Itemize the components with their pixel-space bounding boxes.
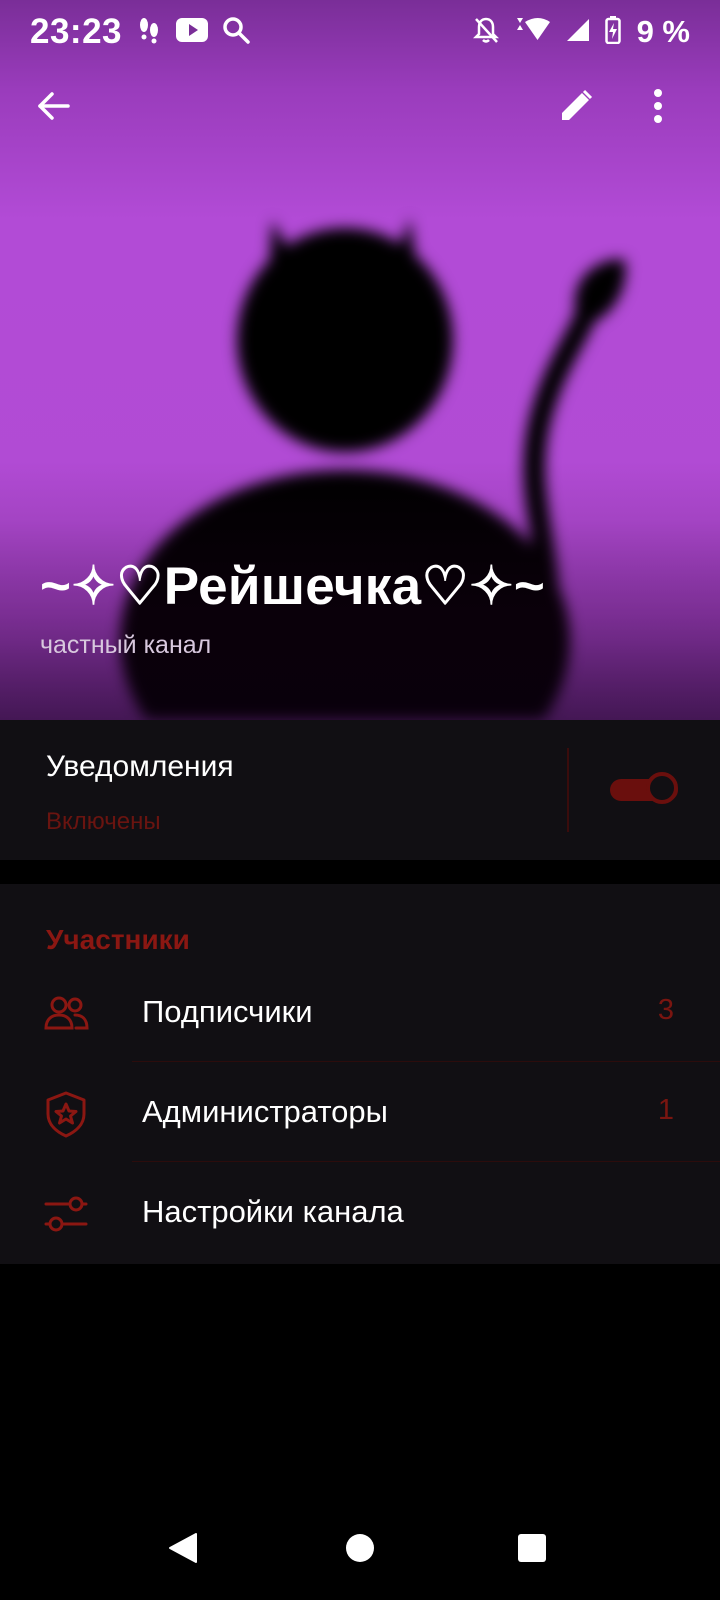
members-section: Участники Подписчики 3 Администраторы 1	[0, 884, 720, 1264]
youtube-icon	[176, 17, 209, 47]
footsteps-icon	[136, 16, 162, 49]
subscribers-count: 3	[657, 994, 674, 1026]
triangle-back-icon	[169, 1533, 197, 1563]
search-icon	[222, 16, 250, 49]
notifications-label: Уведомления	[46, 750, 234, 783]
administrators-label: Администраторы	[142, 1094, 388, 1129]
notifications-off-icon	[472, 16, 499, 49]
notifications-status: Включены	[46, 808, 161, 835]
notifications-row[interactable]: Уведомления Включены	[0, 720, 720, 860]
divider	[567, 748, 569, 832]
back-button[interactable]	[26, 78, 82, 134]
administrators-count: 1	[657, 1094, 674, 1126]
battery-charging-icon	[604, 15, 621, 49]
channel-settings-label: Настройки канала	[142, 1194, 404, 1229]
administrators-row[interactable]: Администраторы 1	[0, 1062, 720, 1162]
status-time: 23:23	[30, 12, 123, 51]
channel-subtitle: частный канал	[40, 631, 212, 659]
users-icon	[42, 990, 90, 1038]
nav-recents-button[interactable]	[502, 1518, 562, 1578]
signal-icon	[565, 17, 591, 48]
nav-back-button[interactable]	[153, 1518, 213, 1578]
top-app-bar	[0, 64, 720, 148]
subscribers-row[interactable]: Подписчики 3	[0, 962, 720, 1062]
arrow-left-icon	[38, 92, 70, 120]
shield-star-icon	[42, 1090, 90, 1138]
channel-title-block: ~✧♡Рейшечка♡✧~ частный канал	[40, 556, 545, 660]
notifications-toggle[interactable]	[610, 770, 678, 808]
square-recents-icon	[518, 1534, 546, 1562]
circle-home-icon	[346, 1534, 374, 1562]
wifi-icon	[513, 16, 551, 49]
nav-home-button[interactable]	[330, 1518, 390, 1578]
members-section-header: Участники	[46, 924, 190, 955]
battery-percent: 9 %	[636, 14, 690, 49]
channel-settings-row[interactable]: Настройки канала	[0, 1162, 720, 1262]
more-vertical-icon	[654, 89, 662, 123]
channel-title: ~✧♡Рейшечка♡✧~	[40, 557, 546, 616]
pencil-icon	[562, 89, 593, 120]
status-bar: 23:23 9 %	[0, 0, 720, 64]
system-navigation-bar	[0, 1496, 720, 1600]
edit-button[interactable]	[548, 78, 604, 134]
sliders-icon	[42, 1190, 90, 1238]
subscribers-label: Подписчики	[142, 994, 313, 1029]
more-options-button[interactable]	[630, 78, 686, 134]
